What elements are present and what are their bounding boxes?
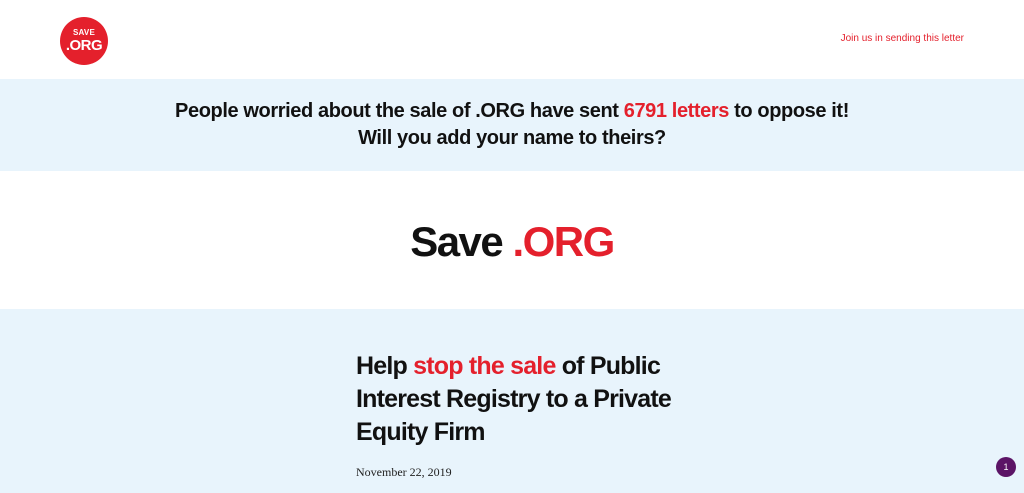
logo-text-top: SAVE	[73, 28, 95, 37]
article-date: November 22, 2019	[356, 465, 452, 479]
banner-suffix: to oppose it!	[729, 100, 849, 122]
notification-badge[interactable]: 1	[996, 457, 1016, 477]
hero-title-accent: .ORG	[512, 218, 615, 265]
site-header: SAVE .ORG Join us in sending this letter	[0, 0, 1024, 79]
logo-text-bottom: .ORG	[65, 37, 103, 54]
banner-line-1: People worried about the sale of .ORG ha…	[175, 98, 849, 125]
article-title-prefix: Help	[356, 352, 414, 380]
article-title-accent: stop the sale	[413, 352, 556, 380]
banner-line-2: Will you add your name to theirs?	[358, 127, 666, 149]
banner-prefix: People worried about the sale of .ORG ha…	[175, 100, 624, 122]
hero-title: Save .ORG	[410, 218, 615, 266]
letters-count: 6791 letters	[623, 100, 730, 122]
hero-section: Save .ORG	[0, 171, 1024, 309]
article-section: Help stop the sale of Public Interest Re…	[0, 309, 1024, 493]
article-title: Help stop the sale of Public Interest Re…	[356, 350, 686, 449]
hero-title-prefix: Save	[410, 218, 513, 265]
save-org-logo[interactable]: SAVE .ORG	[60, 17, 108, 65]
join-letter-link[interactable]: Join us in sending this letter	[841, 33, 964, 44]
letters-banner: People worried about the sale of .ORG ha…	[0, 79, 1024, 171]
